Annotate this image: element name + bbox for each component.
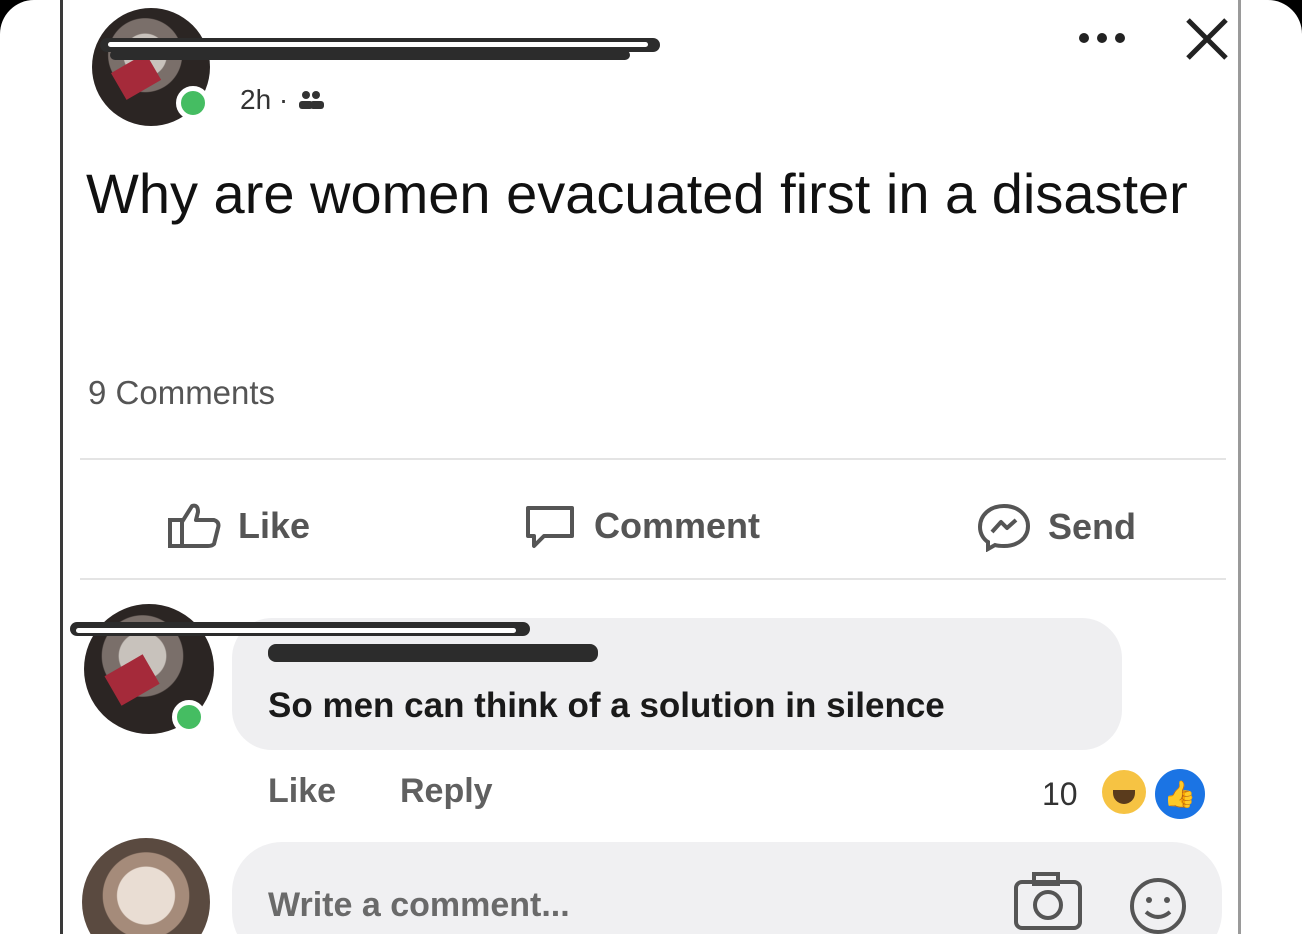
comment-text: So men can think of a solution in silenc… [268, 686, 945, 725]
send-label: Send [1048, 506, 1137, 547]
comment-like-link[interactable]: Like [268, 772, 336, 811]
comment-icon [526, 506, 574, 548]
haha-reaction-icon [1102, 770, 1146, 814]
friends-icon [299, 91, 325, 109]
divider-top [80, 458, 1226, 460]
close-icon[interactable] [1182, 14, 1232, 69]
comment-bubble [232, 618, 1122, 750]
thumbs-up-icon [168, 503, 221, 548]
emoji-icon[interactable] [1126, 872, 1190, 934]
comment-button[interactable]: Comment [522, 502, 760, 550]
frame-edge-left [60, 0, 63, 934]
current-user-avatar [82, 838, 210, 934]
reaction-count[interactable]: 10 [1042, 776, 1078, 813]
camera-icon[interactable] [1012, 870, 1084, 934]
comment-label: Comment [594, 505, 761, 546]
post-meta: 2h · [240, 84, 326, 116]
like-reaction-icon: 👍 [1152, 766, 1208, 822]
comments-count[interactable]: 9 Comments [88, 374, 275, 412]
commenter-online-dot [172, 700, 206, 734]
facebook-post-card: 2h · Why are women evacuated first in a … [0, 0, 1302, 934]
online-status-dot [176, 86, 210, 120]
divider-bottom [80, 578, 1226, 580]
frame-edge-right [1238, 0, 1241, 934]
write-comment-placeholder: Write a comment... [268, 886, 570, 924]
like-button[interactable]: Like [166, 502, 310, 550]
comment-reply-link[interactable]: Reply [400, 772, 493, 811]
post-time: 2h · [240, 84, 289, 115]
post-text: Why are women evacuated first in a disas… [86, 162, 1188, 225]
ellipsis-icon[interactable] [1076, 28, 1136, 53]
send-button[interactable]: Send [976, 502, 1136, 552]
like-label: Like [238, 505, 311, 546]
messenger-icon [977, 503, 1031, 552]
